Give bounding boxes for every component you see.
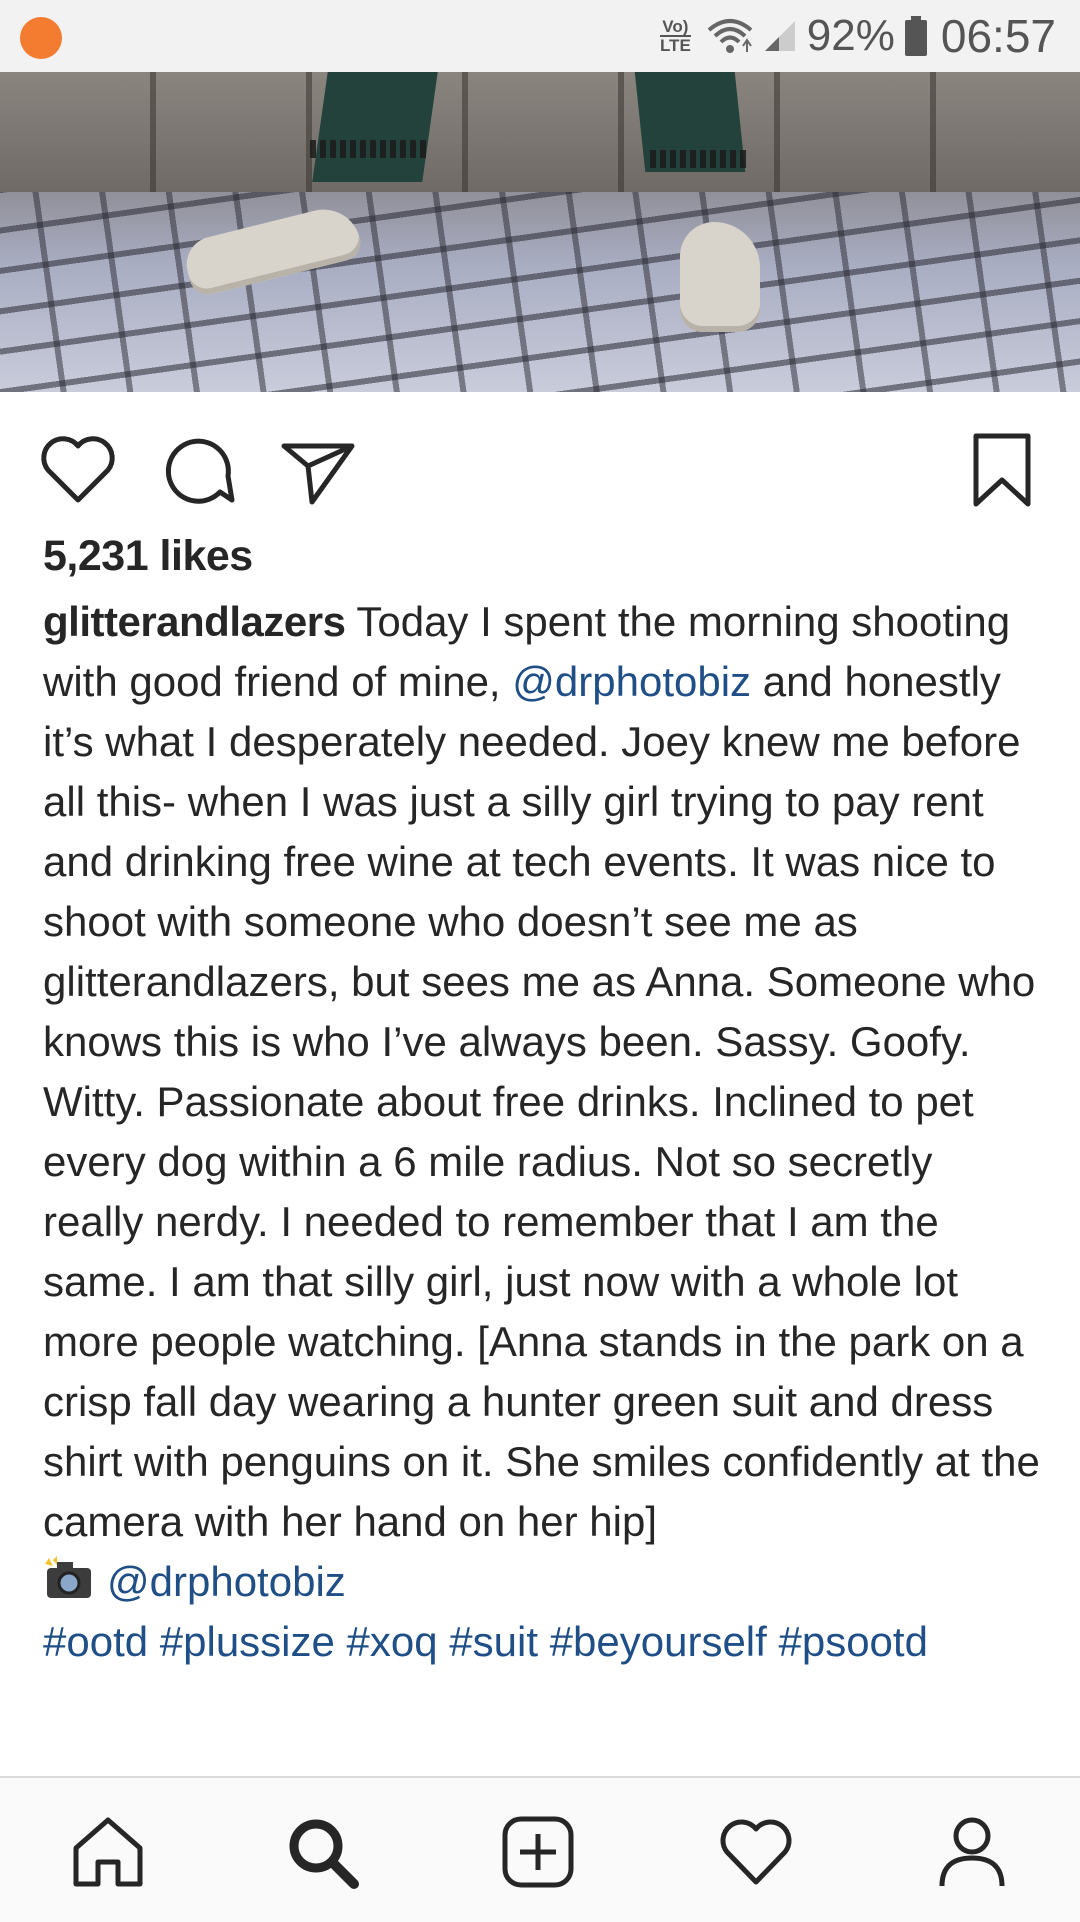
caption-text-2: and honestly it’s what I desperately nee… (43, 658, 1040, 1545)
heart-icon[interactable] (38, 430, 118, 510)
post-content: 5,231 likes glitterandlazers Today I spe… (43, 520, 1043, 1672)
post-photo[interactable] (0, 72, 1080, 392)
photo-credit-mention[interactable]: @drphotobiz (107, 1558, 346, 1605)
likes-count[interactable]: 5,231 likes (43, 520, 1043, 592)
photo-lace-right (650, 150, 750, 168)
photo-left-leg (312, 72, 438, 182)
caption-mention[interactable]: @drphotobiz (512, 658, 751, 705)
volte-indicator: Vo) LTE (659, 17, 691, 55)
caption-username[interactable]: glitterandlazers (43, 598, 346, 645)
status-indicators: Vo) LTE 92% 06:57 (659, 0, 1056, 72)
comment-bubble-icon[interactable] (158, 430, 238, 510)
battery-percent: 92% (806, 11, 895, 60)
hashtags[interactable]: #ootd #plussize #xoq #suit #beyourself #… (43, 1612, 1043, 1672)
post-actions (0, 392, 1080, 532)
photo-lace-left (310, 140, 430, 158)
add-post-icon[interactable] (500, 1814, 576, 1890)
photo-wall (0, 72, 1080, 192)
wifi-icon (707, 19, 753, 53)
search-icon[interactable] (284, 1814, 360, 1890)
photo-credit-line: @drphotobiz (43, 1552, 1043, 1612)
photo-left-shoe (180, 201, 365, 299)
paper-plane-icon[interactable] (278, 430, 358, 510)
profile-icon[interactable] (934, 1814, 1010, 1890)
camera-flash-icon (45, 1556, 91, 1598)
activity-heart-icon[interactable] (718, 1814, 794, 1890)
post-caption: glitterandlazers Today I spent the morni… (43, 592, 1043, 1552)
home-icon[interactable] (70, 1814, 146, 1890)
notification-dot-icon (20, 17, 62, 59)
signal-icon (764, 21, 795, 51)
bottom-navigation (0, 1776, 1080, 1922)
status-bar: Vo) LTE 92% 06:57 (0, 0, 1080, 72)
battery-icon (904, 16, 927, 56)
bookmark-icon[interactable] (962, 430, 1042, 510)
clock: 06:57 (940, 10, 1056, 62)
photo-right-shoe (680, 222, 760, 332)
